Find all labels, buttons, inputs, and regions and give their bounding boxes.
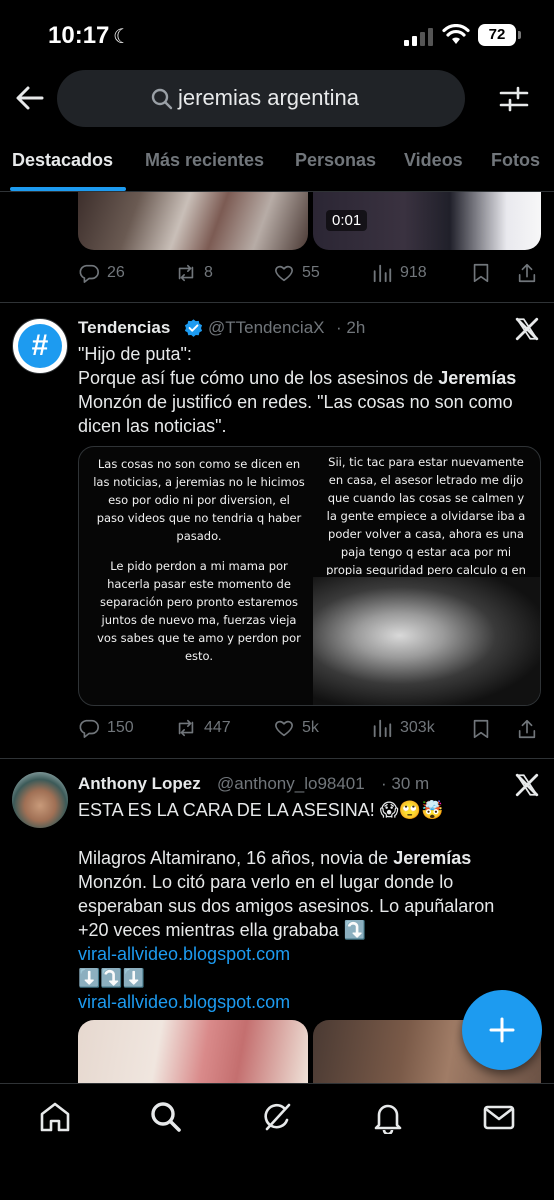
- author-name[interactable]: Anthony Lopez: [78, 774, 201, 794]
- search-icon[interactable]: [149, 1100, 183, 1134]
- battery-indicator: 72: [478, 24, 521, 46]
- reply-button[interactable]: 150: [78, 717, 134, 739]
- hashtag-logo-icon: #: [18, 324, 62, 368]
- compose-button[interactable]: [462, 990, 542, 1070]
- avatar[interactable]: [12, 772, 68, 828]
- repost-count: 8: [204, 264, 213, 281]
- external-link[interactable]: viral-allvideo.blogspot.com: [78, 942, 528, 966]
- status-time: 10:17: [48, 22, 110, 49]
- reply-icon: [79, 264, 99, 283]
- reply-icon: [79, 719, 99, 738]
- tweet-time: · 30 m: [381, 774, 430, 793]
- embedded-photo: [313, 577, 540, 705]
- tweet-text-line: Milagros Altamirano, 16 años, novia de J…: [78, 846, 528, 870]
- embedded-paragraph: Le pido perdon a mi mama por hacerla pas…: [97, 559, 301, 663]
- views-button[interactable]: 918: [371, 262, 427, 284]
- repost-count: 447: [204, 719, 231, 736]
- messages-icon[interactable]: [482, 1100, 516, 1134]
- media-thumbnail[interactable]: [78, 192, 308, 250]
- highlight-term: Jeremías: [438, 368, 517, 388]
- embedded-text-left: Las cosas no son como se dicen en las no…: [93, 455, 305, 665]
- embedded-paragraph: Las cosas no son como se dicen en las no…: [93, 457, 305, 543]
- media-thumbnail[interactable]: [78, 1020, 308, 1084]
- views-button[interactable]: 303k: [371, 717, 435, 739]
- tweet-text-line: ESTA ES LA CARA DE LA ASESINA! 😱🙄🤯: [78, 800, 444, 820]
- author-handle[interactable]: @TTendenciaX: [208, 318, 325, 338]
- tweet-text: ESTA ES LA CARA DE LA ASESINA! 😱🙄🤯 Milag…: [78, 798, 528, 1014]
- views-count: 303k: [400, 719, 435, 736]
- tweet-divider: [0, 302, 554, 303]
- compose-icon: [489, 1017, 515, 1043]
- repost-icon: [178, 264, 194, 282]
- repost-icon: [178, 719, 194, 737]
- highlight-term: Jeremías: [393, 848, 472, 868]
- home-icon[interactable]: [38, 1100, 72, 1134]
- views-count: 918: [400, 264, 427, 281]
- arrow-emojis: ⬇️⤵️⬇️: [78, 968, 146, 988]
- tweet-divider: [0, 758, 554, 759]
- search-icon: [151, 88, 173, 110]
- tweet-text-line: Monzón de justificó en redes. "Las cosas…: [78, 392, 513, 436]
- repost-button[interactable]: 447: [175, 717, 231, 739]
- tab-fotos[interactable]: Fotos: [491, 150, 540, 171]
- grok-icon[interactable]: [260, 1100, 294, 1134]
- like-icon: [275, 265, 293, 282]
- like-button[interactable]: 5k: [273, 717, 319, 739]
- tweet-text-span: Porque así fue cómo uno de los asesinos …: [78, 368, 439, 388]
- tweet-text-line: Monzón. Lo citó para verlo en el lugar d…: [78, 872, 495, 940]
- avatar[interactable]: #: [12, 318, 68, 374]
- signal-icon: [404, 28, 433, 46]
- verified-icon: [184, 319, 203, 337]
- share-icon[interactable]: [516, 718, 538, 740]
- share-icon[interactable]: [516, 262, 538, 284]
- tweet-time: · 2h: [336, 318, 366, 337]
- reply-count: 26: [107, 264, 125, 281]
- like-icon: [275, 720, 293, 737]
- tab-personas[interactable]: Personas: [295, 150, 376, 171]
- tab-mas-recientes[interactable]: Más recientes: [145, 150, 264, 171]
- tweet-text-span: Milagros Altamirano, 16 años, novia de: [78, 848, 394, 868]
- search-query[interactable]: jeremias argentina: [178, 85, 359, 111]
- tweet-text-line: "Hijo de puta":: [78, 344, 192, 364]
- focus-moon-icon: ☾: [113, 26, 131, 48]
- embedded-text-right: Sii, tic tac para estar nuevamente en ca…: [326, 455, 526, 575]
- views-icon: [373, 719, 392, 738]
- repost-button[interactable]: 8: [175, 262, 213, 284]
- external-link[interactable]: viral-allvideo.blogspot.com: [78, 990, 528, 1014]
- tab-videos[interactable]: Videos: [404, 150, 463, 171]
- notifications-icon[interactable]: [371, 1100, 405, 1134]
- wifi-icon: [442, 24, 470, 44]
- x-logo-icon[interactable]: [514, 316, 540, 342]
- reply-button[interactable]: 26: [78, 262, 125, 284]
- like-count: 55: [302, 264, 320, 281]
- tweet-text-line: Porque así fue cómo uno de los asesinos …: [78, 366, 538, 390]
- author-name[interactable]: Tendencias: [78, 318, 170, 338]
- embedded-image[interactable]: Las cosas no son como se dicen en las no…: [78, 446, 541, 706]
- views-icon: [373, 264, 392, 283]
- like-count: 5k: [302, 719, 319, 736]
- back-arrow-icon[interactable]: [14, 84, 46, 112]
- tweet-text: "Hijo de puta": Porque así fue cómo uno …: [78, 342, 538, 438]
- bookmark-icon[interactable]: [470, 718, 492, 740]
- filter-icon[interactable]: [499, 84, 529, 114]
- reply-count: 150: [107, 719, 134, 736]
- video-duration-badge: 0:01: [326, 210, 368, 231]
- like-button[interactable]: 55: [273, 262, 320, 284]
- bookmark-icon[interactable]: [470, 262, 492, 284]
- author-handle[interactable]: @anthony_lo98401: [217, 774, 365, 794]
- x-logo-icon[interactable]: [514, 772, 540, 798]
- tab-destacados[interactable]: Destacados: [12, 150, 113, 171]
